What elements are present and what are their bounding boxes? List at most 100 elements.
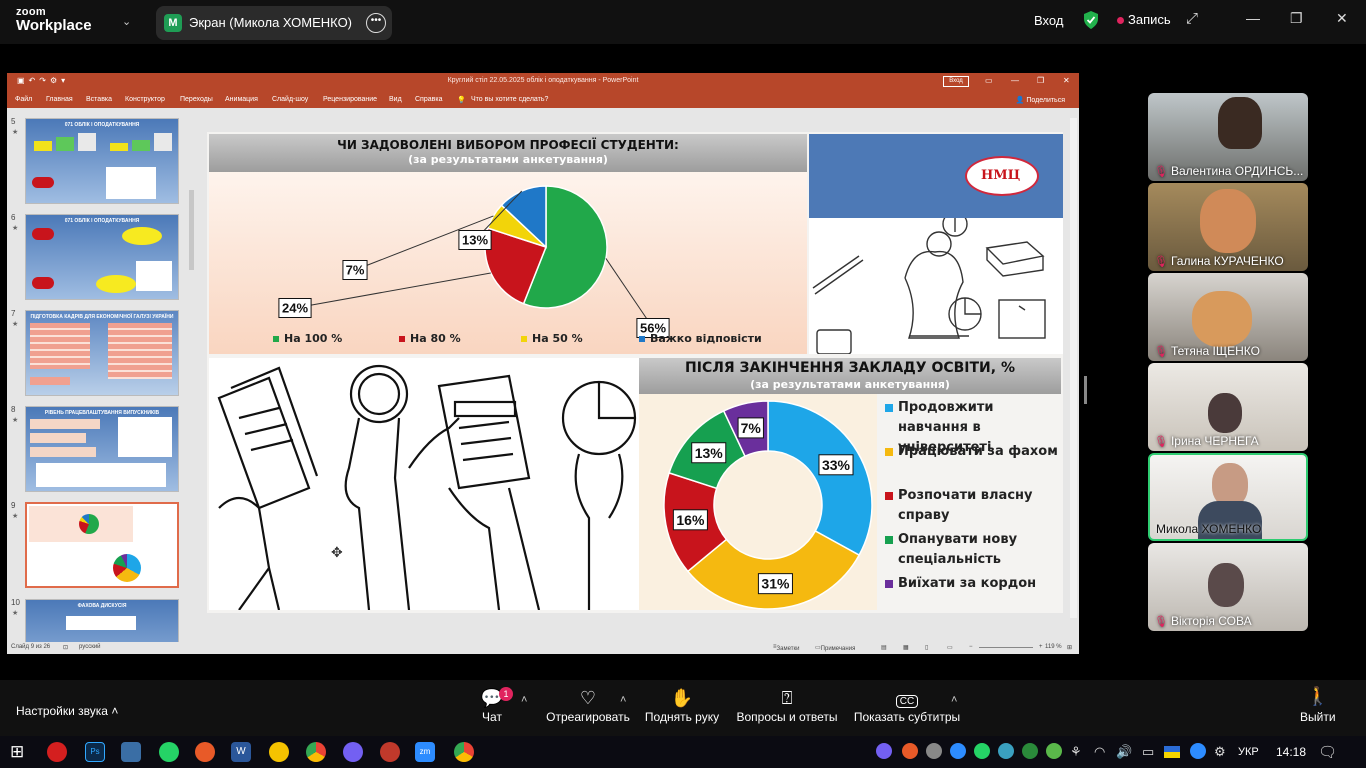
ppt-share-button[interactable]: 👤 Поделиться	[1016, 96, 1065, 104]
word-icon[interactable]: W	[231, 742, 251, 762]
thumbnails-scrollbar[interactable]	[189, 190, 194, 270]
ppt-login-button[interactable]: Вход	[943, 76, 969, 87]
tab-slideshow[interactable]: Слайд-шоу	[272, 96, 308, 103]
close-icon[interactable]: ✕	[1336, 10, 1348, 27]
sorter-view-icon[interactable]: ▦	[903, 644, 909, 651]
security-shield-icon[interactable]	[1082, 10, 1100, 30]
restore-icon[interactable]: ❐	[1290, 10, 1303, 27]
chevron-up-icon[interactable]: ˄	[521, 694, 527, 706]
audio-settings-button[interactable]: Настройки звука ˄	[16, 704, 118, 718]
tray-viber-icon[interactable]	[876, 743, 892, 759]
tray-app-icon[interactable]	[1022, 743, 1038, 759]
app-icon[interactable]	[380, 742, 400, 762]
app-icon[interactable]	[269, 742, 289, 762]
chrome-icon[interactable]	[306, 742, 326, 762]
language-indicator[interactable]: русский	[79, 644, 101, 650]
zoom-out-icon[interactable]: −	[969, 644, 973, 650]
tray-whatsapp-icon[interactable]	[974, 743, 990, 759]
opera-icon[interactable]	[47, 742, 67, 762]
tray-app-icon[interactable]	[1190, 743, 1206, 759]
zoom-level[interactable]: 119 %	[1045, 644, 1062, 650]
reading-view-icon[interactable]: ▯	[925, 644, 928, 651]
whatsapp-icon[interactable]	[159, 742, 179, 762]
after-graduation-donut-chart: 33% 31% 16% 13% 7%	[663, 400, 873, 610]
participant-tile-active-speaker[interactable]: Микола ХОМЕНКО	[1148, 453, 1308, 541]
tray-app-icon[interactable]	[998, 743, 1014, 759]
leave-button[interactable]: 🚶 Выйти	[1300, 686, 1336, 724]
spellcheck-icon[interactable]: ⊡	[63, 644, 68, 651]
more-options-icon[interactable]: •••	[366, 13, 386, 33]
comments-button[interactable]: ▭ Примечания	[815, 644, 855, 652]
tray-network-icon[interactable]: ⚘	[1070, 744, 1082, 760]
chevron-down-icon[interactable]: ⌄	[122, 15, 131, 28]
zoom-slider[interactable]	[979, 647, 1033, 648]
tab-view[interactable]: Вид	[389, 96, 402, 103]
slide-thumbnail-5[interactable]: 071 ОБЛІК І ОПОДАТКУВАННЯ	[25, 118, 179, 204]
ppt-minimize-icon[interactable]: —	[1011, 76, 1019, 85]
tray-app-icon[interactable]	[902, 743, 918, 759]
slide-thumbnail-6[interactable]: 071 ОБЛІК І ОПОДАТКУВАННЯ	[25, 214, 179, 300]
slide-thumbnail-8[interactable]: РІВЕНЬ ПРАЦЕВЛАШТУВАННЯ ВИПУСКНИКІВ	[25, 406, 179, 492]
tray-app-icon[interactable]	[926, 743, 942, 759]
tab-file[interactable]: Файл	[15, 96, 32, 103]
tell-me-search[interactable]: Что вы хотите сделать?	[471, 96, 548, 103]
chevron-up-icon[interactable]: ˄	[951, 694, 957, 706]
normal-view-icon[interactable]: ▤	[881, 644, 887, 651]
raise-hand-button[interactable]: ✋ Поднять руку	[642, 686, 722, 724]
tab-help[interactable]: Справка	[415, 96, 442, 103]
participant-tile[interactable]: 🎙 Вікторія СОВА	[1148, 543, 1308, 631]
photoshop-icon[interactable]: Ps	[85, 742, 105, 762]
slide-thumbnail-10[interactable]: ФАХОВА ДИСКУСІЯ	[25, 599, 179, 642]
tab-animations[interactable]: Анимация	[225, 96, 258, 103]
clock[interactable]: 14:18	[1276, 745, 1306, 759]
slide-thumbnail-9[interactable]	[25, 502, 179, 588]
tray-settings-icon[interactable]: ⚙	[1214, 744, 1226, 760]
gallery-resize-handle[interactable]	[1084, 376, 1087, 404]
notifications-icon[interactable]: 🗨	[1318, 743, 1337, 761]
fit-slide-icon[interactable]: ⊞	[1067, 644, 1072, 651]
legend-swatch-icon	[885, 536, 893, 544]
zoom-logo[interactable]: zoom Workplace	[16, 7, 92, 34]
volume-icon[interactable]: 🔊	[1116, 744, 1132, 760]
tab-insert[interactable]: Вставка	[86, 96, 112, 103]
wifi-icon[interactable]: ◠	[1094, 744, 1105, 760]
zoom-icon[interactable]: zm	[415, 742, 435, 762]
tab-home[interactable]: Главная	[46, 96, 73, 103]
tab-design[interactable]: Конструктор	[125, 96, 165, 103]
battery-icon[interactable]: ▭	[1142, 744, 1154, 760]
app-icon[interactable]	[195, 742, 215, 762]
participant-tile[interactable]: 🎙 Ірина ЧЕРНЕГА	[1148, 363, 1308, 451]
fullscreen-icon[interactable]: ⤢	[1186, 10, 1198, 27]
notes-button[interactable]: ≡ Заметки	[773, 644, 799, 652]
zoom-in-icon[interactable]: +	[1039, 644, 1043, 650]
app-icon[interactable]	[121, 742, 141, 762]
chevron-up-icon[interactable]: ˄	[620, 694, 626, 706]
slide-scrollbar[interactable]	[1070, 118, 1077, 618]
participant-tile[interactable]: 🎙 Валентина ОРДИНСЬ...	[1148, 93, 1308, 181]
pie-data-label: 13%	[462, 233, 488, 248]
login-button[interactable]: Вход	[1034, 13, 1063, 28]
ppt-restore-icon[interactable]: ❐	[1037, 76, 1044, 85]
slide-thumbnails-pane[interactable]: 5 ★ 071 ОБЛІК І ОПОДАТКУВАННЯ 6 ★ 071 ОБ…	[7, 108, 195, 642]
tray-zoom-icon[interactable]	[950, 743, 966, 759]
captions-button[interactable]: CC Показать субтитры	[850, 686, 964, 724]
viber-icon[interactable]	[343, 742, 363, 762]
chrome-icon[interactable]	[454, 742, 474, 762]
tab-transitions[interactable]: Переходы	[180, 96, 213, 103]
minimize-icon[interactable]: —	[1246, 10, 1260, 26]
pie-leader-line	[294, 272, 491, 309]
slideshow-view-icon[interactable]: ▭	[947, 644, 953, 651]
slide-canvas[interactable]: ЧИ ЗАДОВОЛЕНІ ВИБОРОМ ПРОФЕСІЇ СТУДЕНТИ:…	[207, 132, 1063, 613]
ppt-close-icon[interactable]: ✕	[1063, 76, 1070, 85]
participant-tile[interactable]: 🎙 Галина КУРАЧЕНКО	[1148, 183, 1308, 271]
qa-button[interactable]: ⍰ Вопросы и ответы	[732, 686, 842, 724]
tray-app-icon[interactable]	[1046, 743, 1062, 759]
windows-start-icon[interactable]: ⊞	[10, 742, 24, 762]
input-language[interactable]: УКР	[1238, 746, 1259, 758]
tab-review[interactable]: Рецензирование	[323, 96, 377, 103]
screen-share-pill[interactable]: M Экран (Микола ХОМЕНКО) •••	[156, 6, 392, 40]
ribbon-options-icon[interactable]: ▭	[985, 76, 993, 85]
participant-tile[interactable]: 🎙 Тетяна ІЩЕНКО	[1148, 273, 1308, 361]
record-button[interactable]: Запись	[1117, 12, 1171, 27]
slide-thumbnail-7[interactable]: ПІДГОТОВКА КАДРІВ ДЛЯ ЕКОНОМІЧНОЇ ГАЛУЗІ…	[25, 310, 179, 396]
